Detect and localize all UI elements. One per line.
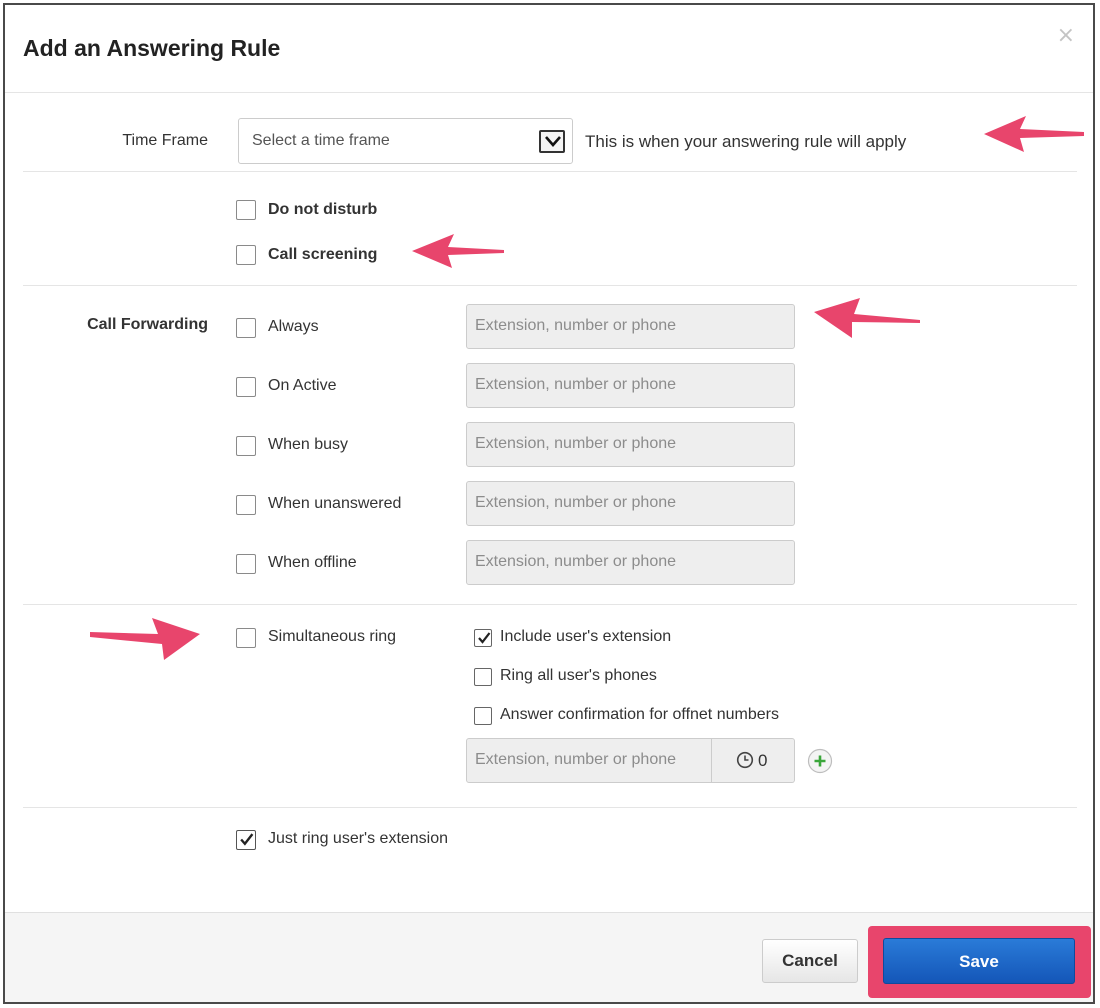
clock-icon <box>736 751 754 769</box>
call-screening-checkbox[interactable] <box>236 245 256 265</box>
include-extension-label: Include user's extension <box>500 628 672 645</box>
time-frame-label: Time Frame <box>122 132 208 149</box>
forward-when-unanswered-input[interactable]: Extension, number or phone <box>466 481 795 526</box>
forward-when-offline-placeholder: Extension, number or phone <box>475 553 677 570</box>
forward-when-unanswered-checkbox[interactable] <box>236 495 256 515</box>
forward-when-offline-input[interactable]: Extension, number or phone <box>466 540 795 585</box>
arrow-annotation-call-forwarding <box>814 298 920 338</box>
call-forwarding-label: Call Forwarding <box>87 316 208 333</box>
divider <box>23 604 1077 605</box>
just-ring-extension-label: Just ring user's extension <box>268 830 449 847</box>
simultaneous-ring-input[interactable]: Extension, number or phone <box>466 738 712 783</box>
arrow-annotation-simultaneous-ring <box>90 618 200 660</box>
ring-all-phones-label: Ring all user's phones <box>500 667 657 684</box>
do-not-disturb-label: Do not disturb <box>268 201 378 218</box>
answer-confirmation-label: Answer confirmation for offnet numbers <box>500 706 779 723</box>
forward-on-active-placeholder: Extension, number or phone <box>475 376 677 393</box>
forward-when-unanswered-placeholder: Extension, number or phone <box>475 494 677 511</box>
ring-delay-addon[interactable]: 0 <box>712 738 795 783</box>
divider <box>23 171 1077 172</box>
save-button[interactable]: Save <box>883 938 1075 984</box>
include-extension-checkbox[interactable] <box>474 629 492 647</box>
forward-when-busy-checkbox[interactable] <box>236 436 256 456</box>
forward-always-placeholder: Extension, number or phone <box>475 317 677 334</box>
time-frame-help-text: This is when your answering rule will ap… <box>585 132 907 151</box>
do-not-disturb-checkbox[interactable] <box>236 200 256 220</box>
time-frame-selected-value: Select a time frame <box>252 132 390 149</box>
simultaneous-ring-placeholder: Extension, number or phone <box>475 751 677 768</box>
arrow-annotation-call-screening <box>412 234 504 268</box>
forward-on-active-input[interactable]: Extension, number or phone <box>466 363 795 408</box>
forward-when-busy-input[interactable]: Extension, number or phone <box>466 422 795 467</box>
call-screening-label: Call screening <box>268 246 378 263</box>
ring-delay-value: 0 <box>758 751 768 770</box>
checkmark-icon <box>478 632 491 644</box>
arrow-annotation-time-frame <box>984 116 1084 152</box>
answer-confirmation-checkbox[interactable] <box>474 707 492 725</box>
divider <box>23 285 1077 286</box>
checkmark-icon <box>240 833 254 846</box>
chevron-down-icon <box>539 130 565 153</box>
simultaneous-ring-checkbox[interactable] <box>236 628 256 648</box>
plus-circle-icon[interactable] <box>807 748 833 774</box>
forward-when-offline-checkbox[interactable] <box>236 554 256 574</box>
just-ring-extension-checkbox[interactable] <box>236 830 256 850</box>
ring-all-phones-checkbox[interactable] <box>474 668 492 686</box>
forward-always-checkbox[interactable] <box>236 318 256 338</box>
forward-always-input[interactable]: Extension, number or phone <box>466 304 795 349</box>
simultaneous-ring-label: Simultaneous ring <box>268 628 397 645</box>
forward-on-active-label: On Active <box>268 377 337 394</box>
dialog-title: Add an Answering Rule <box>23 35 281 61</box>
answering-rule-dialog: Add an Answering Rule × Time Frame Selec… <box>3 3 1095 1004</box>
forward-when-unanswered-label: When unanswered <box>268 495 402 512</box>
cancel-button[interactable]: Cancel <box>762 939 858 983</box>
divider <box>23 807 1077 808</box>
forward-always-label: Always <box>268 318 319 335</box>
forward-when-busy-placeholder: Extension, number or phone <box>475 435 677 452</box>
close-icon[interactable]: × <box>1057 25 1075 47</box>
dialog-header: Add an Answering Rule × <box>5 5 1093 93</box>
forward-when-offline-label: When offline <box>268 554 357 571</box>
forward-on-active-checkbox[interactable] <box>236 377 256 397</box>
time-frame-select[interactable]: Select a time frame <box>238 118 573 164</box>
forward-when-busy-label: When busy <box>268 436 349 453</box>
